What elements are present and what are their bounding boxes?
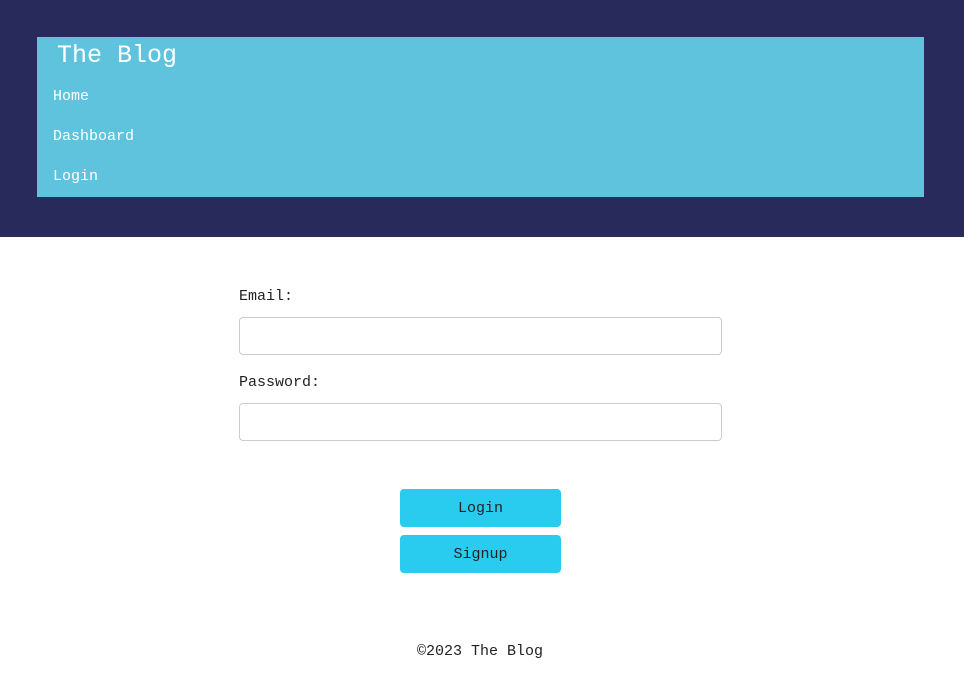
- email-input[interactable]: [239, 317, 722, 355]
- site-title: The Blog: [57, 41, 178, 70]
- nav-panel: The Blog Home Dashboard Login: [37, 37, 924, 197]
- nav-link-home[interactable]: Home: [53, 87, 89, 107]
- footer-copyright: ©2023 The Blog: [416, 643, 544, 660]
- password-input[interactable]: [239, 403, 722, 441]
- signup-button[interactable]: Signup: [400, 535, 561, 573]
- nav-link-dashboard[interactable]: Dashboard: [53, 127, 134, 147]
- email-label: Email:: [239, 288, 294, 305]
- login-button[interactable]: Login: [400, 489, 561, 527]
- nav-link-login[interactable]: Login: [53, 167, 98, 187]
- site-header: The Blog Home Dashboard Login: [0, 0, 964, 237]
- password-label: Password:: [239, 374, 321, 391]
